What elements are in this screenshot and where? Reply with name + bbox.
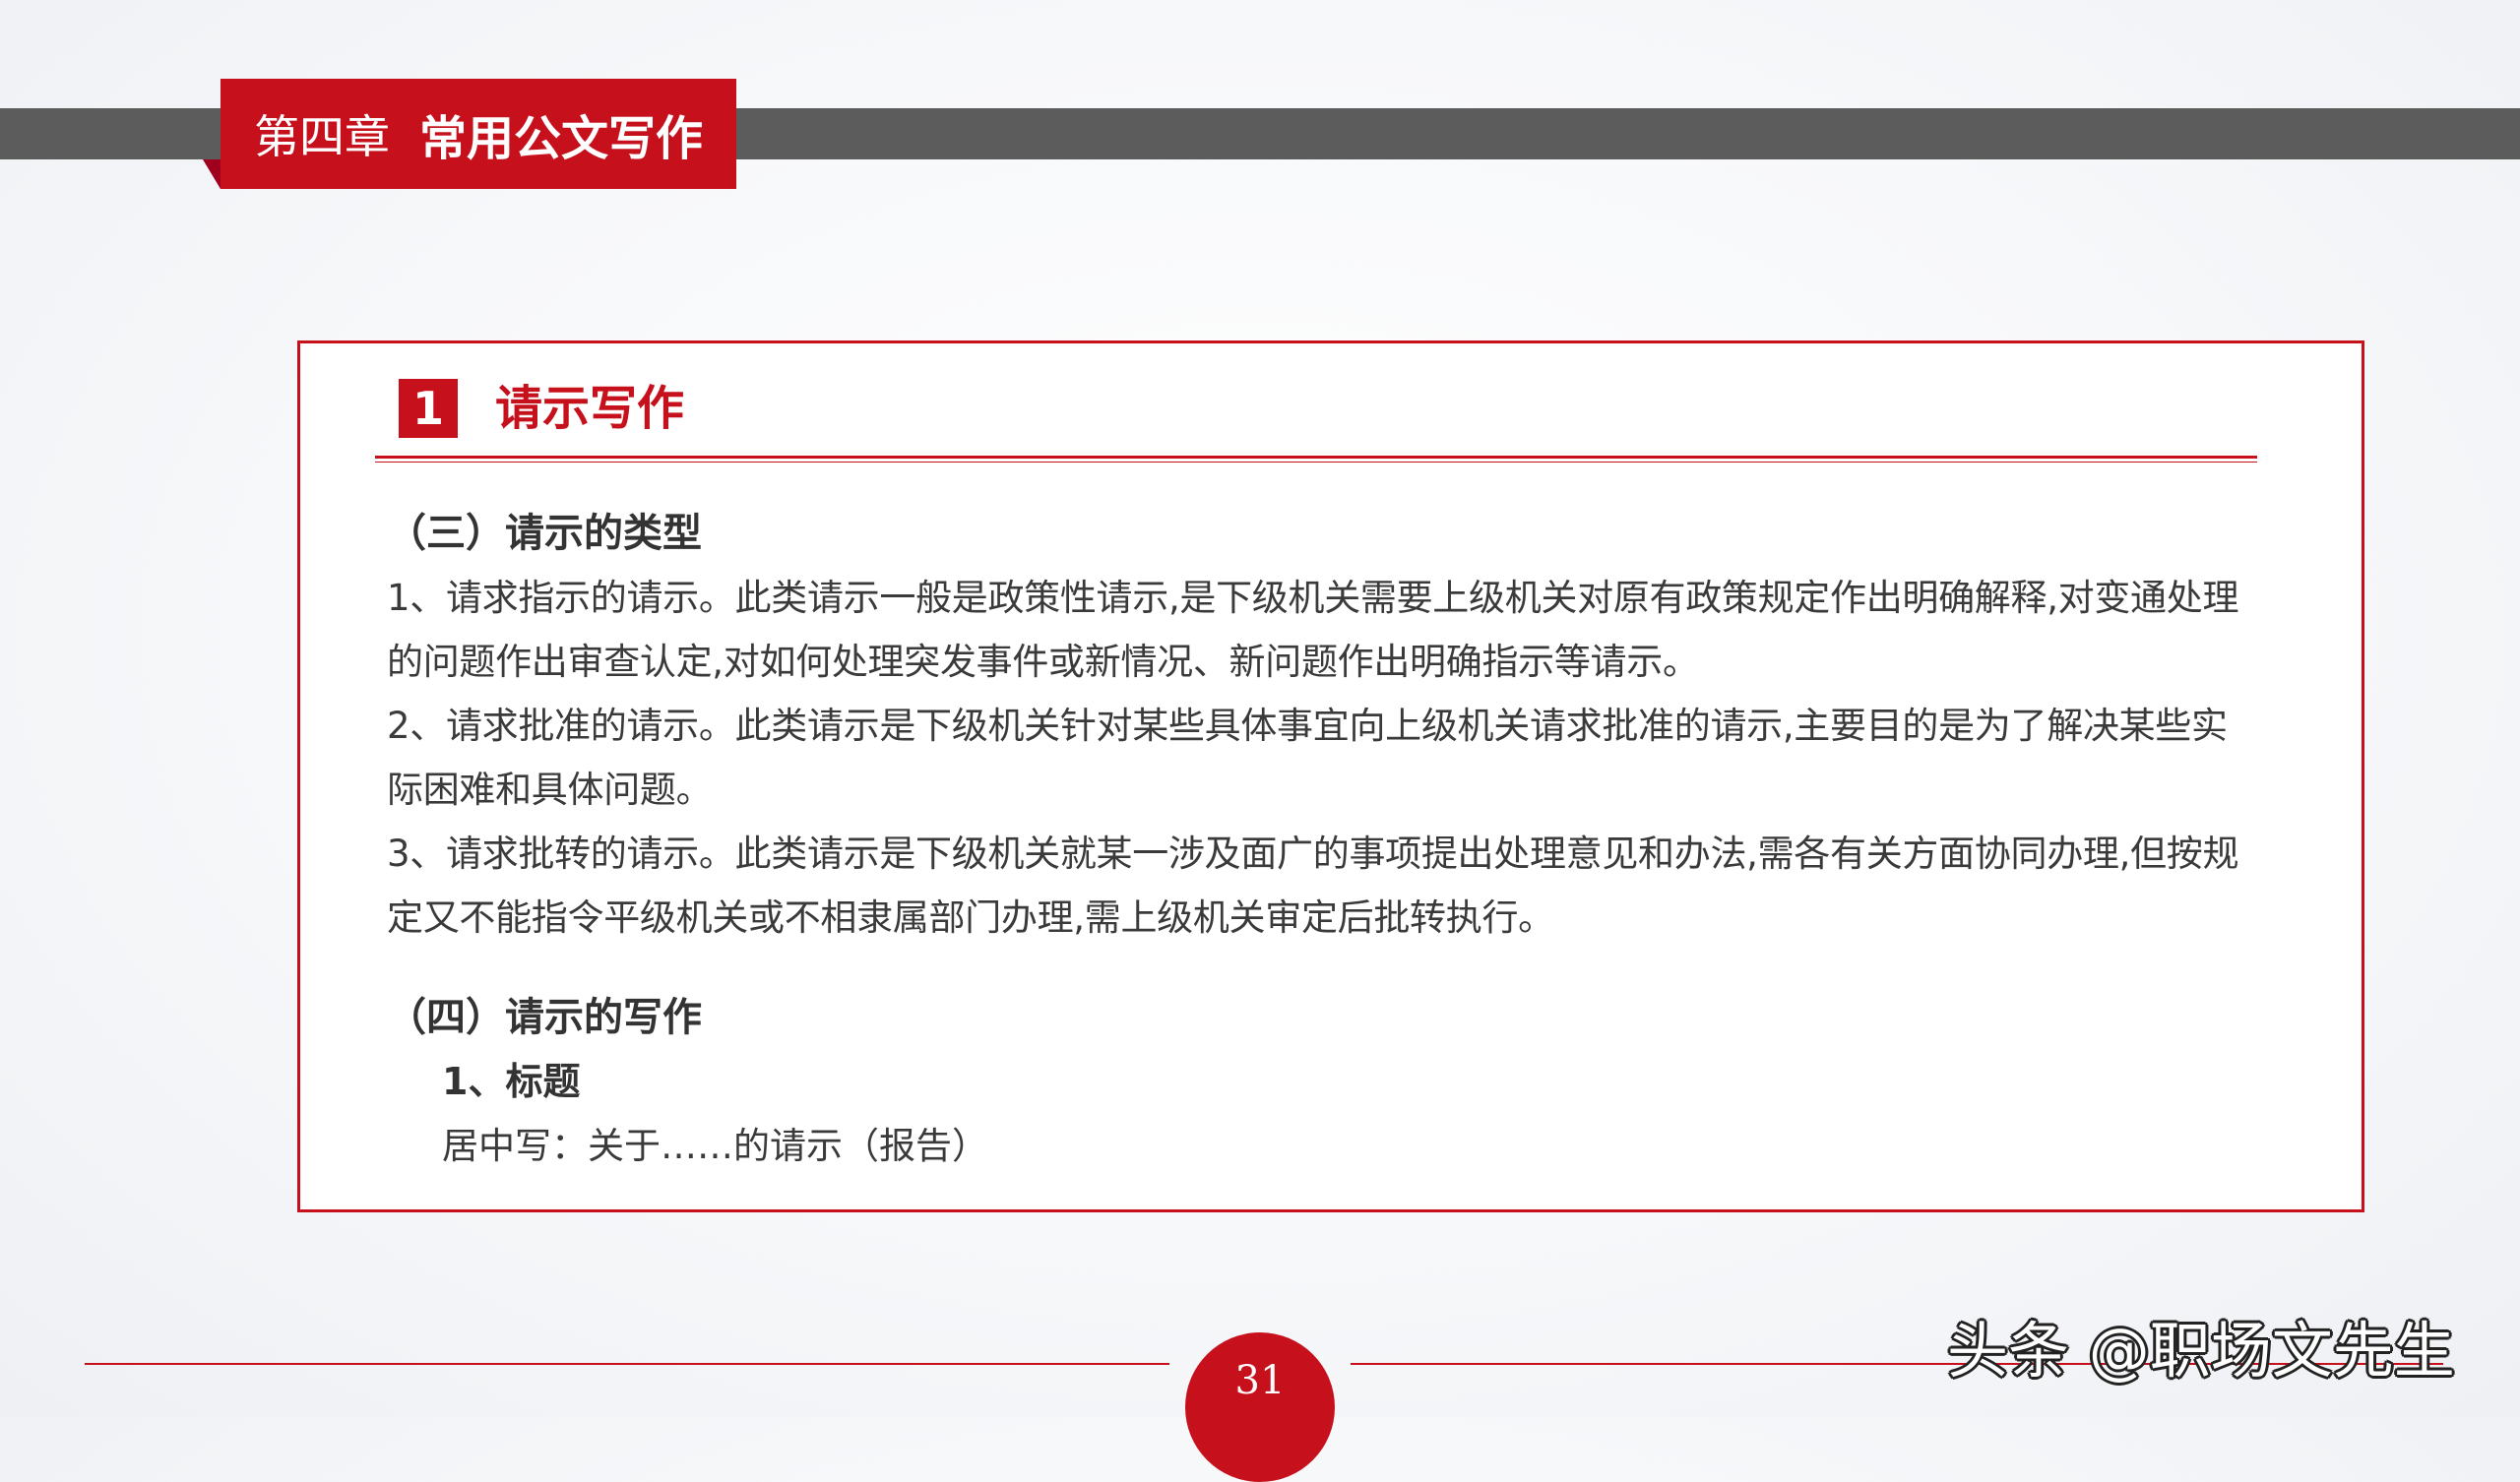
title-divider [375, 456, 2257, 459]
section-number-badge: 1 [399, 379, 458, 438]
footer-line-left [85, 1363, 1169, 1365]
chapter-title: 常用公文写作 [419, 111, 704, 166]
text-body: （三）请示的类型 1、请求指示的请示。此类请示一般是政策性请示,是下级机关需要上… [387, 501, 2257, 1178]
part3-heading: （三）请示的类型 [387, 511, 702, 556]
paragraph-request-approval: 2、请求批准的请示。此类请示是下级机关针对某些具体事宜向上级机关请求批准的请示,… [387, 705, 2228, 811]
part4-subheading: 1、标题 [442, 1060, 581, 1103]
chapter-number: 第四章 [254, 110, 390, 163]
paragraph-request-instruction: 1、请求指示的请示。此类请示一般是政策性请示,是下级机关需要上级机关对原有政策规… [387, 577, 2239, 683]
part4-heading: （四）请示的写作 [387, 995, 702, 1040]
watermark: 头条 @职场文先生 [1947, 1315, 2455, 1387]
chapter-tab-fold [203, 159, 220, 189]
chapter-title-box: 第四章 常用公文写作 [220, 79, 736, 189]
part4-text: 居中写：关于……的请示（报告） [442, 1125, 988, 1167]
title-divider-thin [375, 462, 2257, 463]
section-title: 请示写作 [495, 381, 685, 436]
page-number-badge: 31 [1185, 1332, 1335, 1482]
content-panel: 1 请示写作 （三）请示的类型 1、请求指示的请示。此类请示一般是政策性请示,是… [297, 340, 2364, 1212]
paragraph-request-forwarding: 3、请求批转的请示。此类请示是下级机关就某一涉及面广的事项提出处理意见和办法,需… [387, 833, 2239, 939]
